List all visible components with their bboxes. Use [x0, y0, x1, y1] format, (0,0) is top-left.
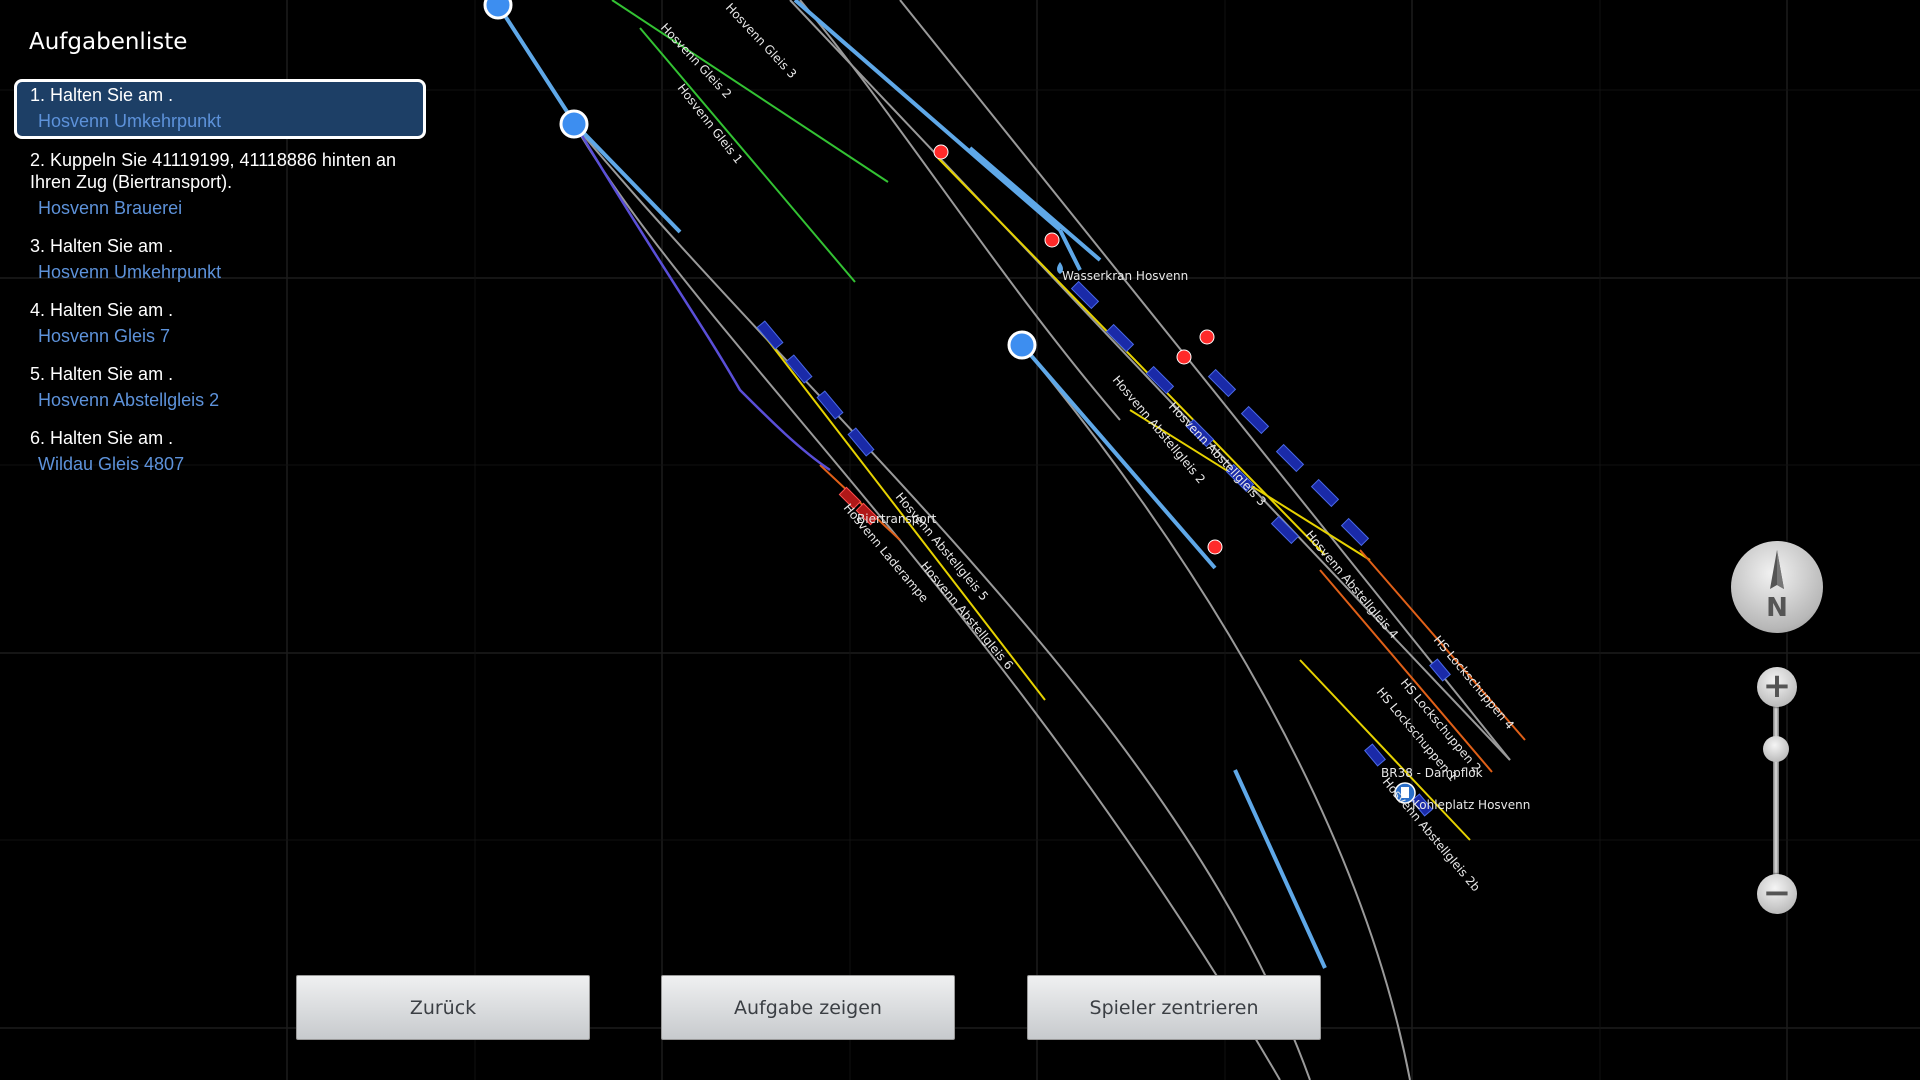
- track-label: Hosvenn Gleis 1: [675, 81, 746, 166]
- task-place: Wildau Gleis 4807: [38, 454, 185, 474]
- back-button[interactable]: Zurück: [296, 975, 590, 1040]
- track-label: Hosvenn Abstellgleis 4: [1303, 528, 1401, 641]
- task-list-title: Aufgabenliste: [29, 29, 188, 55]
- task-place: Hosvenn Umkehrpunkt: [38, 111, 222, 131]
- center-player-button[interactable]: Spieler zentrieren: [1027, 975, 1321, 1040]
- poi-label: Wasserkran Hosvenn: [1062, 269, 1188, 283]
- task-place: Hosvenn Abstellgleis 2: [38, 390, 220, 410]
- zoom-slider-track[interactable]: [1773, 690, 1779, 895]
- task-item-1[interactable]: 1. Halten Sie am . Hosvenn Umkehrpunkt: [14, 79, 426, 139]
- task-text: 5. Halten Sie am .: [30, 364, 174, 384]
- task-place: Hosvenn Brauerei: [38, 198, 183, 218]
- task-text: 4. Halten Sie am .: [30, 300, 174, 320]
- task-text: 3. Halten Sie am .: [30, 236, 174, 256]
- track-label: Hosvenn Gleis 3: [723, 0, 800, 81]
- compass-north-label: N: [1766, 593, 1788, 623]
- plus-icon: +: [1762, 666, 1792, 706]
- task-item-5[interactable]: 5. Halten Sie am . Hosvenn Abstellgleis …: [14, 359, 426, 417]
- tracks-gray: [573, 0, 1511, 1080]
- task-item-2[interactable]: 2. Kuppeln Sie 41119199, 41118886 hinten…: [14, 145, 426, 225]
- task-item-4[interactable]: 4. Halten Sie am . Hosvenn Gleis 7: [14, 295, 426, 353]
- track-label: Hosvenn Gleis 2: [658, 20, 735, 101]
- poi-label: Biertransport: [857, 512, 937, 526]
- signals: [933, 144, 1223, 555]
- poi-label: Kohleplatz Hosvenn: [1412, 798, 1530, 812]
- wagons: [756, 280, 1451, 817]
- zoom-out-button[interactable]: −: [1757, 873, 1797, 914]
- task-place: Hosvenn Gleis 7: [38, 326, 171, 346]
- task-text: 6. Halten Sie am .: [30, 428, 174, 448]
- zoom-slider-handle[interactable]: [1763, 736, 1789, 762]
- task-list: 1. Halten Sie am . Hosvenn Umkehrpunkt 2…: [14, 79, 426, 487]
- task-place: Hosvenn Umkehrpunkt: [38, 262, 222, 282]
- track-label: Hosvenn Abstellgleis 2b: [1380, 775, 1483, 894]
- task-text: 1. Halten Sie am .: [30, 85, 174, 105]
- zoom-in-button[interactable]: +: [1757, 666, 1797, 707]
- poi-label: BR38 - Dampflok: [1381, 766, 1483, 780]
- route-nodes[interactable]: [483, 0, 1037, 360]
- minus-icon: −: [1762, 873, 1792, 913]
- task-item-3[interactable]: 3. Halten Sie am . Hosvenn Umkehrpunkt: [14, 231, 426, 289]
- task-item-6[interactable]: 6. Halten Sie am . Wildau Gleis 4807: [14, 423, 426, 481]
- task-text: 2. Kuppeln Sie 41119199, 41118886 hinten…: [30, 150, 396, 192]
- north-arrow-icon: [1770, 550, 1784, 589]
- show-task-button[interactable]: Aufgabe zeigen: [661, 975, 955, 1040]
- route-purple: [573, 123, 831, 472]
- compass-button[interactable]: N: [1731, 541, 1823, 633]
